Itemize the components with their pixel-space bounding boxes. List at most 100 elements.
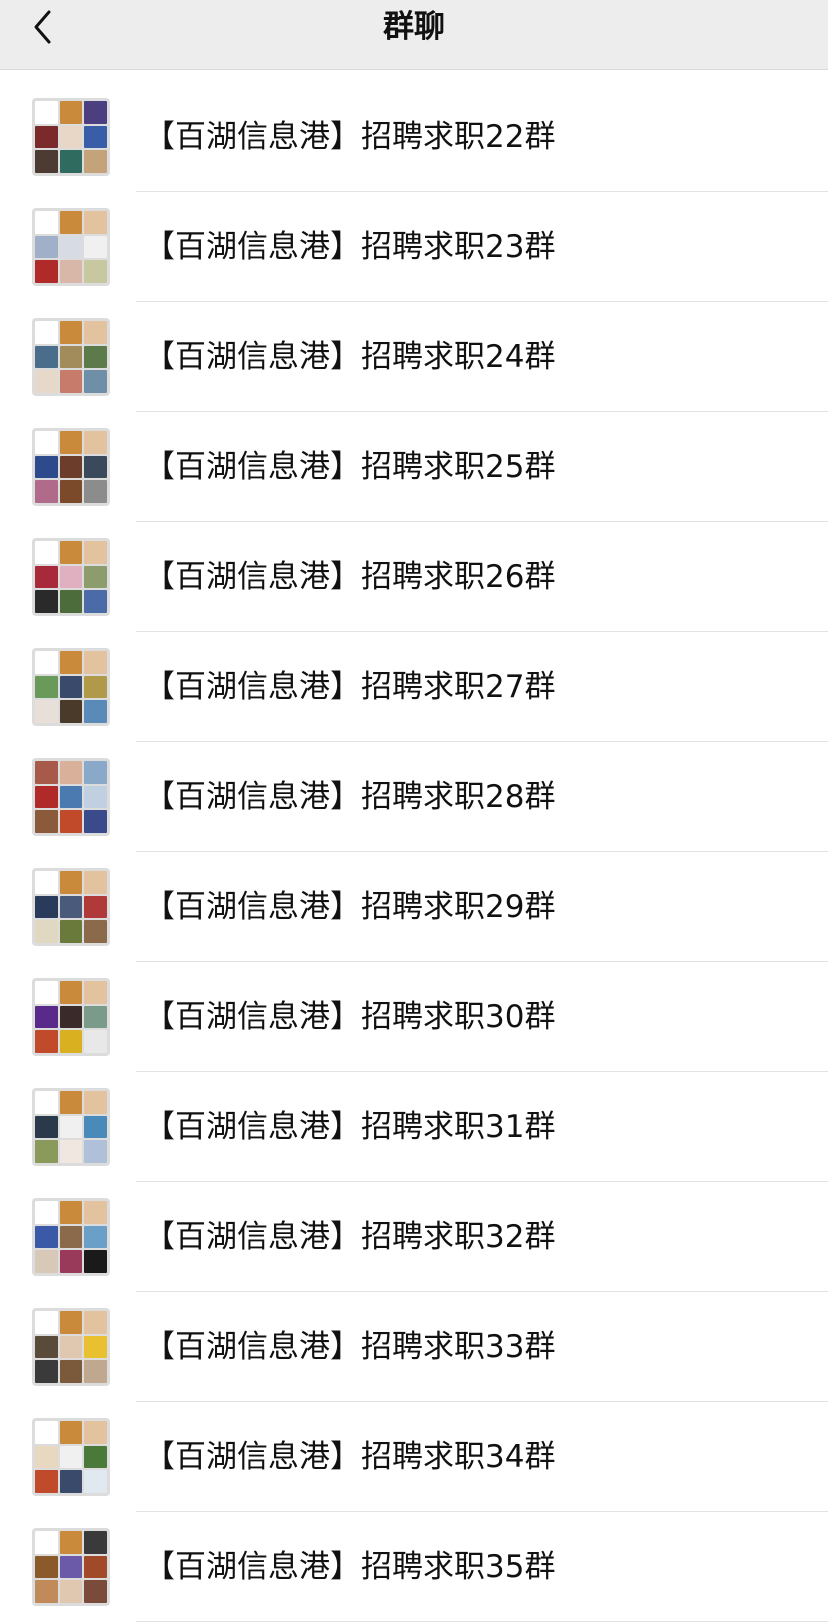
avatar-tile: [59, 1445, 83, 1469]
avatar-tile: [84, 431, 107, 454]
avatar-tile: [59, 1531, 83, 1554]
group-chat-item[interactable]: 【百湖信息港】招聘求职32群: [0, 1182, 828, 1292]
group-chat-item[interactable]: 【百湖信息港】招聘求职24群: [0, 302, 828, 412]
avatar-tile: [35, 1091, 58, 1114]
avatar-tile: [35, 1335, 58, 1359]
group-name: 【百湖信息港】招聘求职24群: [144, 339, 556, 375]
avatar-tile: [84, 345, 107, 369]
group-avatar: [32, 1198, 110, 1276]
avatar-tile: [84, 480, 107, 503]
group-chat-item[interactable]: 【百湖信息港】招聘求职33群: [0, 1292, 828, 1402]
group-avatar: [32, 1088, 110, 1166]
group-avatar: [32, 868, 110, 946]
group-avatar: [32, 758, 110, 836]
nav-bar: 群聊: [0, 0, 828, 70]
avatar-tile: [35, 1360, 58, 1383]
avatar-tile: [35, 1030, 58, 1053]
avatar-tile: [35, 1580, 58, 1603]
avatar-tile: [35, 920, 58, 943]
avatar-tile: [35, 235, 58, 259]
group-name: 【百湖信息港】招聘求职34群: [144, 1439, 556, 1475]
avatar-tile: [84, 1115, 107, 1139]
avatar-tile: [35, 1470, 58, 1493]
avatar-tile: [59, 211, 83, 234]
avatar-tile: [59, 1140, 83, 1163]
avatar-tile: [35, 431, 58, 454]
avatar-tile: [59, 675, 83, 699]
avatar-tile: [84, 1470, 107, 1493]
avatar-tile: [84, 370, 107, 393]
avatar-tile: [59, 260, 83, 283]
avatar-tile: [35, 455, 58, 479]
avatar-tile: [84, 810, 107, 833]
avatar-tile: [59, 1115, 83, 1139]
avatar-tile: [59, 321, 83, 344]
avatar-tile: [84, 235, 107, 259]
avatar-tile: [59, 1201, 83, 1224]
avatar-tile: [84, 981, 107, 1004]
avatar-tile: [35, 345, 58, 369]
avatar-tile: [35, 871, 58, 894]
avatar-tile: [59, 541, 83, 564]
avatar-tile: [84, 1005, 107, 1029]
group-chat-item[interactable]: 【百湖信息港】招聘求职23群: [0, 192, 828, 302]
avatar-tile: [84, 785, 107, 809]
avatar-tile: [84, 1421, 107, 1444]
avatar-tile: [35, 1140, 58, 1163]
avatar-tile: [84, 871, 107, 894]
group-avatar: [32, 208, 110, 286]
avatar-tile: [59, 101, 83, 124]
avatar-tile: [35, 150, 58, 173]
group-name: 【百湖信息港】招聘求职27群: [144, 669, 556, 705]
group-chat-item[interactable]: 【百湖信息港】招聘求职25群: [0, 412, 828, 522]
avatar-tile: [59, 1091, 83, 1114]
group-avatar: [32, 1528, 110, 1606]
group-name: 【百湖信息港】招聘求职22群: [144, 119, 556, 155]
group-name: 【百湖信息港】招聘求职32群: [144, 1219, 556, 1255]
group-chat-item[interactable]: 【百湖信息港】招聘求职31群: [0, 1072, 828, 1182]
group-chat-item[interactable]: 【百湖信息港】招聘求职28群: [0, 742, 828, 852]
avatar-tile: [35, 590, 58, 613]
group-chat-item[interactable]: 【百湖信息港】招聘求职27群: [0, 632, 828, 742]
group-chat-item[interactable]: 【百湖信息港】招聘求职26群: [0, 522, 828, 632]
group-name: 【百湖信息港】招聘求职26群: [144, 559, 556, 595]
group-chat-item[interactable]: 【百湖信息港】招聘求职29群: [0, 852, 828, 962]
avatar-tile: [59, 1030, 83, 1053]
avatar-tile: [59, 1360, 83, 1383]
avatar-tile: [35, 1005, 58, 1029]
group-chat-item[interactable]: 【百湖信息港】招聘求职22群: [0, 82, 828, 192]
avatar-tile: [84, 1335, 107, 1359]
avatar-tile: [59, 761, 83, 784]
avatar-tile: [84, 1531, 107, 1554]
avatar-tile: [59, 125, 83, 149]
group-name: 【百湖信息港】招聘求职25群: [144, 449, 556, 485]
avatar-tile: [35, 1555, 58, 1579]
avatar-tile: [35, 1531, 58, 1554]
group-avatar: [32, 428, 110, 506]
avatar-tile: [84, 761, 107, 784]
avatar-tile: [59, 480, 83, 503]
avatar-tile: [35, 1225, 58, 1249]
group-avatar: [32, 1308, 110, 1386]
avatar-tile: [35, 480, 58, 503]
group-chat-item[interactable]: 【百湖信息港】招聘求职35群: [0, 1512, 828, 1622]
avatar-tile: [35, 321, 58, 344]
group-name: 【百湖信息港】招聘求职28群: [144, 779, 556, 815]
avatar-tile: [59, 1555, 83, 1579]
avatar-tile: [59, 785, 83, 809]
avatar-tile: [35, 700, 58, 723]
avatar-tile: [35, 810, 58, 833]
avatar-tile: [35, 785, 58, 809]
group-name: 【百湖信息港】招聘求职33群: [144, 1329, 556, 1365]
avatar-tile: [35, 1250, 58, 1273]
avatar-tile: [84, 1445, 107, 1469]
avatar-tile: [84, 455, 107, 479]
avatar-tile: [84, 590, 107, 613]
avatar-tile: [59, 455, 83, 479]
group-chat-item[interactable]: 【百湖信息港】招聘求职34群: [0, 1402, 828, 1512]
group-chat-item[interactable]: 【百湖信息港】招聘求职30群: [0, 962, 828, 1072]
avatar-tile: [59, 1311, 83, 1334]
avatar-tile: [59, 1421, 83, 1444]
avatar-tile: [35, 565, 58, 589]
avatar-tile: [59, 370, 83, 393]
